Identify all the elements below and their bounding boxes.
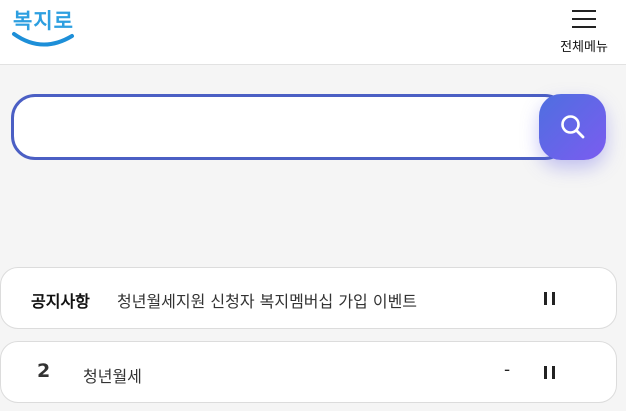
pause-icon: [552, 292, 555, 305]
notice-ticker: 공지사항 청년월세지원 신청자 복지멤버십 가입 이벤트: [0, 267, 617, 329]
pause-icon: [544, 292, 547, 305]
notice-pause-button[interactable]: [541, 291, 557, 307]
header: 복지로 전체메뉴: [0, 0, 626, 65]
notice-text-link[interactable]: 청년월세지원 신청자 복지멤버십 가입 이벤트: [117, 288, 417, 312]
all-menu-button[interactable]: 전체메뉴: [556, 10, 612, 56]
notice-label: 공지사항: [31, 292, 90, 311]
keyword-ranking-ticker: 2 청년월세 -: [0, 341, 617, 403]
hamburger-menu-icon: [572, 10, 596, 28]
search-input[interactable]: [32, 109, 532, 145]
rank-change: -: [504, 360, 511, 380]
rank-number: 2: [37, 360, 51, 382]
logo[interactable]: 복지로: [10, 6, 76, 54]
pause-icon: [544, 366, 547, 379]
logo-smile-icon: [12, 32, 74, 47]
ranking-pause-button[interactable]: [541, 365, 557, 381]
menu-label: 전체메뉴: [560, 40, 608, 55]
search-box: [11, 94, 569, 160]
rank-keyword-link[interactable]: 청년월세: [83, 363, 142, 387]
search-icon: [561, 115, 585, 139]
pause-icon: [552, 366, 555, 379]
search-button[interactable]: [539, 94, 606, 160]
